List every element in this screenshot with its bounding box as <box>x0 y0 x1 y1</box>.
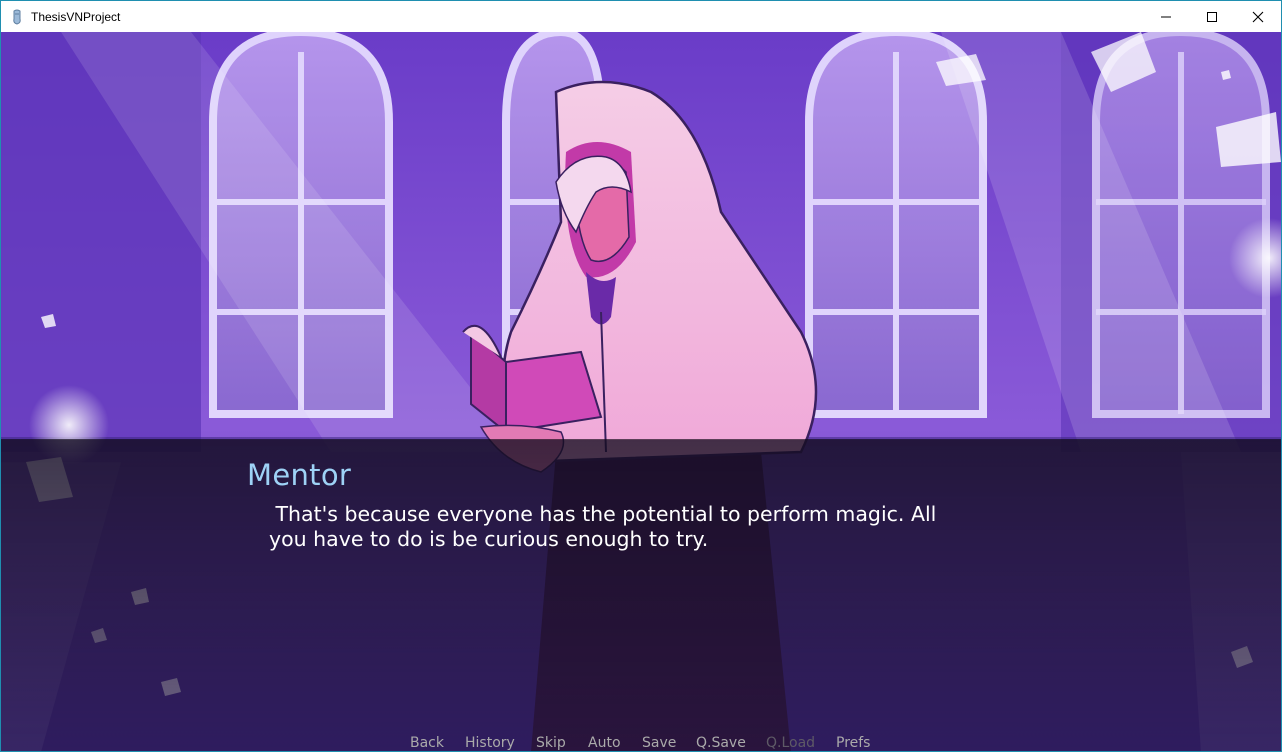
quick-menu-qload[interactable]: Q.Load <box>766 735 815 751</box>
title-bar[interactable]: ThesisVNProject <box>1 1 1281 32</box>
quick-menu-skip[interactable]: Skip <box>536 735 566 751</box>
quick-menu-history[interactable]: History <box>465 735 515 751</box>
speaker-name: Mentor <box>247 458 352 492</box>
quick-menu-back[interactable]: Back <box>410 735 444 751</box>
app-icon <box>13 9 21 25</box>
quick-menu-save[interactable]: Save <box>642 735 676 751</box>
quick-menu-prefs[interactable]: Prefs <box>836 735 870 751</box>
quick-menu-qsave[interactable]: Q.Save <box>696 735 746 751</box>
quick-menu: Back History Skip Auto Save Q.Save Q.Loa… <box>1 735 1281 751</box>
quick-menu-auto[interactable]: Auto <box>588 735 621 751</box>
minimize-button[interactable] <box>1143 1 1189 32</box>
window-controls <box>1143 1 1281 32</box>
maximize-icon <box>1207 11 1217 22</box>
window-title: ThesisVNProject <box>31 9 121 24</box>
close-button[interactable] <box>1235 1 1281 32</box>
maximize-button[interactable] <box>1189 1 1235 32</box>
minimize-icon <box>1161 16 1171 17</box>
dialogue-text: That's because everyone has the potentia… <box>269 502 937 551</box>
close-icon <box>1252 11 1264 22</box>
game-viewport[interactable]: Mentor That's because everyone has the p… <box>1 32 1281 751</box>
dialogue-window[interactable] <box>1 439 1281 751</box>
app-window: ThesisVNProject Mentor That's because ev… <box>0 0 1282 752</box>
